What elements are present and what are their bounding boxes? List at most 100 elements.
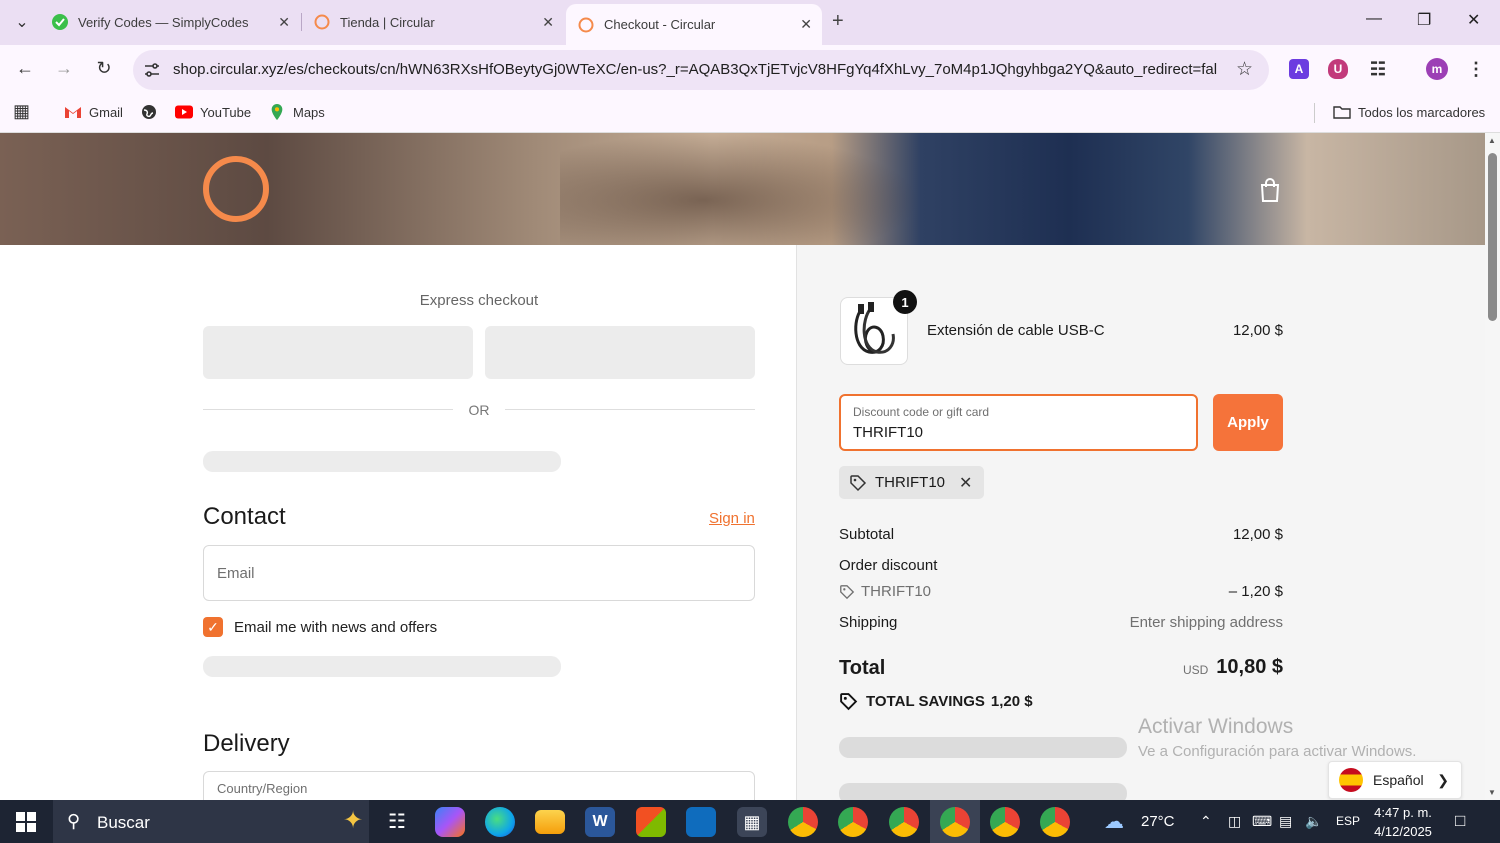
input-language[interactable]: ESP bbox=[1336, 814, 1360, 828]
minimize-button[interactable]: — bbox=[1366, 10, 1382, 28]
restore-button[interactable]: ❐ bbox=[1417, 10, 1431, 30]
chrome-profile-3-icon[interactable] bbox=[889, 807, 919, 837]
newsletter-label[interactable]: Email me with news and offers bbox=[234, 619, 437, 636]
page-scrollbar[interactable]: ▲ ▼ bbox=[1485, 133, 1500, 800]
reload-button[interactable]: ↻ bbox=[92, 58, 116, 79]
sign-in-link[interactable]: Sign in bbox=[709, 510, 755, 527]
discount-field-value[interactable]: THRIFT10 bbox=[853, 424, 923, 441]
email-field[interactable]: Email bbox=[203, 545, 755, 601]
taskbar-search-box[interactable]: ⚲ Buscar ✦ bbox=[53, 800, 369, 843]
calculator-icon[interactable]: ▦ bbox=[737, 807, 767, 837]
circular-logo[interactable] bbox=[203, 156, 269, 222]
tab-tienda-circular[interactable]: Tienda | Circular ✕ bbox=[302, 6, 564, 38]
chrome-profile-5-icon[interactable] bbox=[1040, 807, 1070, 837]
subtotal-value: 12,00 $ bbox=[1232, 526, 1283, 543]
discount-field-label: Discount code or gift card bbox=[853, 405, 990, 419]
scrollbar-thumb[interactable] bbox=[1488, 153, 1497, 321]
profile-avatar[interactable]: m bbox=[1426, 58, 1448, 80]
globe-icon bbox=[142, 105, 156, 119]
bookmark-globe[interactable] bbox=[140, 104, 165, 120]
tab-strip: ⌄ Verify Codes — SimplyCodes ✕ Tienda | … bbox=[0, 0, 1500, 45]
tab-checkout-circular[interactable]: Checkout - Circular ✕ bbox=[566, 4, 822, 45]
total-value: 10,80 $ bbox=[1216, 656, 1283, 678]
chrome-profile-4-icon[interactable] bbox=[990, 807, 1020, 837]
chrome-profile-2-icon[interactable] bbox=[838, 807, 868, 837]
shopping-bag-icon[interactable] bbox=[1258, 177, 1282, 203]
weather-cloud-icon[interactable]: ☁ bbox=[1104, 809, 1124, 834]
extension-a-icon[interactable]: A bbox=[1289, 59, 1309, 79]
discount-code-input[interactable]: Discount code or gift card THRIFT10 bbox=[839, 394, 1198, 451]
new-tab-button[interactable]: + bbox=[832, 10, 844, 33]
apply-discount-button[interactable]: Apply bbox=[1213, 394, 1283, 451]
address-bar[interactable]: shop.circular.xyz/es/checkouts/cn/hWN63R… bbox=[133, 50, 1269, 90]
file-explorer-icon[interactable] bbox=[535, 810, 565, 834]
network-icon[interactable]: ▤ bbox=[1279, 813, 1292, 830]
more-menu-icon[interactable]: ⋮ bbox=[1466, 59, 1486, 79]
forward-button[interactable]: → bbox=[52, 58, 76, 79]
newsletter-checkbox[interactable]: ✓ bbox=[203, 617, 223, 637]
input-indicator-icon[interactable]: ⌨ bbox=[1252, 813, 1272, 830]
back-button[interactable]: ← bbox=[13, 58, 37, 79]
tab-verify-codes[interactable]: Verify Codes — SimplyCodes ✕ bbox=[40, 6, 300, 38]
bookmark-star-icon[interactable]: ☆ bbox=[1236, 58, 1253, 81]
site-settings-icon[interactable] bbox=[143, 61, 161, 79]
chevron-down-icon: ⌄ bbox=[727, 792, 738, 800]
scroll-down-arrow-icon[interactable]: ▼ bbox=[1488, 788, 1496, 797]
bookmark-gmail[interactable]: Gmail bbox=[64, 104, 123, 120]
url-text[interactable]: shop.circular.xyz/es/checkouts/cn/hWN63R… bbox=[173, 61, 1218, 78]
clock-date: 4/12/2025 bbox=[1374, 824, 1432, 839]
product-name: Extensión de cable USB-C bbox=[927, 322, 1105, 339]
all-bookmarks-folder[interactable]: Todos los marcadores bbox=[1333, 104, 1485, 120]
chrome-profile-1-icon[interactable] bbox=[788, 807, 818, 837]
word-icon[interactable]: W bbox=[585, 807, 615, 837]
bookmark-maps[interactable]: Maps bbox=[268, 104, 325, 120]
total-savings-row: TOTAL SAVINGS 1,20 $ bbox=[839, 692, 1033, 711]
shipping-label: Shipping bbox=[839, 614, 898, 631]
outlook-icon[interactable] bbox=[686, 807, 716, 837]
applied-code: THRIFT10 bbox=[875, 474, 946, 491]
apps-grid-icon[interactable]: ▦ bbox=[13, 101, 30, 122]
bookmark-divider bbox=[1314, 103, 1315, 123]
sparkle-icon: ✦ bbox=[343, 807, 364, 834]
tab-title: Checkout - Circular bbox=[604, 17, 716, 32]
close-tab-icon[interactable]: ✕ bbox=[800, 16, 812, 33]
order-discount-code: THRIFT10 bbox=[861, 583, 932, 600]
volume-icon[interactable]: 🔈 bbox=[1305, 813, 1322, 830]
chrome-profile-active-icon[interactable] bbox=[940, 807, 970, 837]
notifications-icon[interactable]: □ bbox=[1455, 811, 1465, 831]
tab-search-menu-button[interactable]: ⌄ bbox=[8, 8, 36, 36]
scroll-up-arrow-icon[interactable]: ▲ bbox=[1488, 136, 1496, 145]
gmail-icon bbox=[65, 107, 81, 118]
delivery-heading: Delivery bbox=[203, 730, 290, 757]
language-selector[interactable]: Español ❯ bbox=[1328, 761, 1462, 799]
browser-toolbar: ← → ↻ shop.circular.xyz/es/checkouts/cn/… bbox=[0, 45, 1500, 95]
express-checkout-title: Express checkout bbox=[419, 292, 539, 309]
loading-placeholder bbox=[839, 737, 1127, 758]
weather-temperature[interactable]: 27°C bbox=[1141, 813, 1175, 830]
copilot-icon[interactable] bbox=[435, 807, 465, 837]
remove-discount-icon[interactable]: ✕ bbox=[959, 473, 972, 493]
meet-now-icon[interactable]: ◫ bbox=[1228, 813, 1241, 830]
country-region-select[interactable]: Country/Region ⌄ bbox=[203, 771, 755, 800]
bookmark-youtube[interactable]: YouTube bbox=[175, 104, 251, 120]
activate-subtitle: Ve a Configuración para activar Windows. bbox=[1138, 743, 1417, 760]
ublock-shield-icon[interactable]: U bbox=[1328, 59, 1348, 79]
close-tab-icon[interactable]: ✕ bbox=[542, 14, 554, 31]
system-clock[interactable]: 4:47 p. m. 4/12/2025 bbox=[1364, 803, 1442, 841]
order-discount-code-row: THRIFT10 bbox=[839, 583, 931, 600]
close-window-button[interactable]: ✕ bbox=[1467, 10, 1480, 30]
applied-discount-chip: THRIFT10 ✕ bbox=[839, 466, 985, 499]
extensions-puzzle-icon[interactable]: ☷ bbox=[1368, 59, 1388, 79]
express-pay-button-1[interactable] bbox=[203, 326, 473, 379]
windows-start-icon[interactable] bbox=[16, 812, 36, 832]
spain-flag-icon bbox=[1339, 768, 1363, 792]
show-hidden-icons-chevron-icon[interactable]: ⌃ bbox=[1200, 813, 1212, 830]
close-tab-icon[interactable]: ✕ bbox=[278, 14, 290, 31]
checkout-form-column: Express checkout OR Contact Sign in Emai… bbox=[0, 245, 797, 800]
contact-heading: Contact bbox=[203, 503, 286, 530]
express-pay-button-2[interactable] bbox=[485, 326, 755, 379]
edge-icon[interactable] bbox=[485, 807, 515, 837]
chevron-right-icon: ❯ bbox=[1437, 771, 1449, 788]
task-view-icon[interactable]: ☷ bbox=[382, 807, 412, 837]
microsoft-store-icon[interactable] bbox=[636, 807, 666, 837]
